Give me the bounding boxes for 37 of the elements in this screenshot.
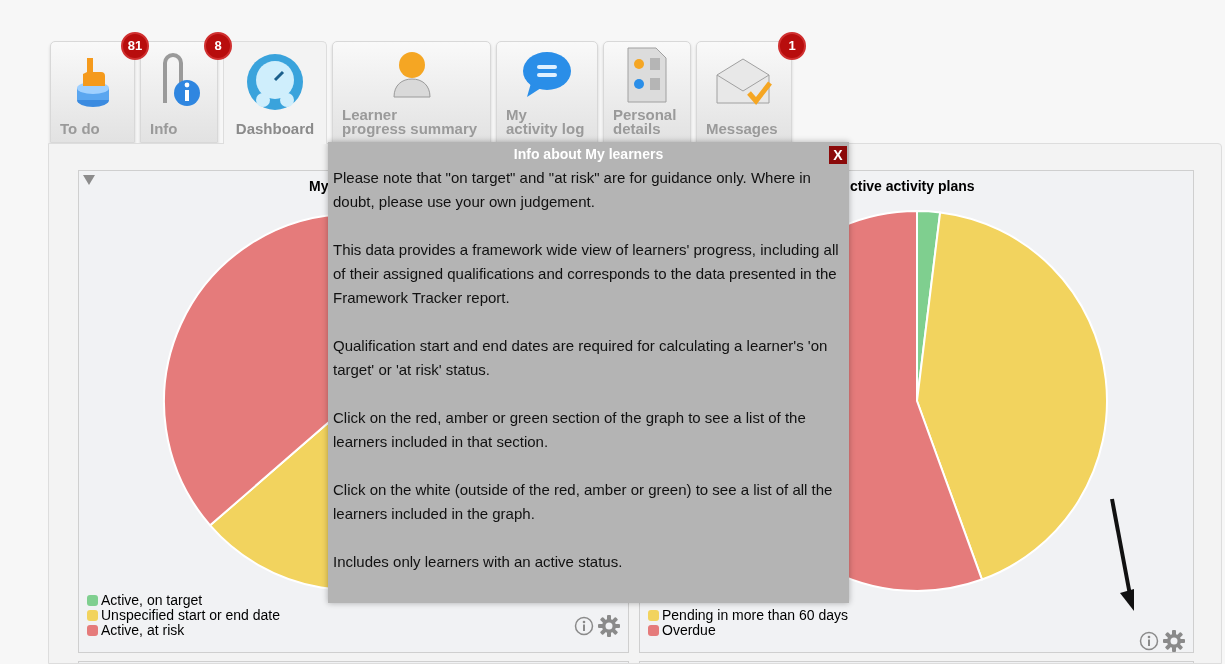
tab-label: Dashboard bbox=[235, 122, 315, 136]
tab-label: Personal details bbox=[613, 108, 677, 136]
tab-label: My activity log bbox=[506, 108, 585, 136]
chart-title: ctive activity plans bbox=[850, 177, 975, 194]
legend-label: Overdue bbox=[662, 623, 716, 638]
nav-tab[interactable]: Learner progress summary bbox=[332, 41, 491, 143]
document-people-icon bbox=[626, 46, 668, 104]
envelope-check-icon bbox=[715, 57, 773, 107]
tab-label: Info bbox=[150, 122, 178, 136]
notification-badge: 8 bbox=[204, 32, 232, 60]
info-paragraph: Click on the red, amber or green section of the graph to see a list of the learners included in that section. bbox=[332, 408, 807, 452]
gauge-icon bbox=[245, 52, 305, 112]
legend-label: Active, at risk bbox=[101, 623, 185, 638]
nav-tab[interactable]: My activity log bbox=[496, 41, 598, 143]
info-paragraph: This data provides a framework wide view of learners' progress, including all of their assigned qualifications and corresponds to the data presented in the Framework Tracker report. bbox=[332, 240, 840, 308]
tab-label: Messages bbox=[706, 122, 778, 136]
popup-title: Info about My learners bbox=[513, 144, 664, 164]
info-paragraph: Click on the white (outside of the red, amber or green) to see a list of all the learners included in the graph. bbox=[332, 480, 834, 524]
tab-label: To do bbox=[60, 122, 100, 136]
close-button[interactable]: X bbox=[829, 146, 847, 164]
info-paragraph: Includes only learners with an active status. bbox=[332, 552, 624, 572]
tab-label: Learner progress summary bbox=[342, 108, 478, 136]
info-icon[interactable] bbox=[1139, 631, 1159, 651]
chart-title: My bbox=[309, 177, 329, 194]
notification-badge: 1 bbox=[778, 32, 806, 60]
legend-label: Unspecified start or end date bbox=[101, 608, 280, 623]
settings-icon[interactable] bbox=[1163, 630, 1185, 652]
info-paragraph: Please note that "on target" and "at risk" are for guidance only. Where in doubt, please use your own judgement. bbox=[332, 168, 812, 212]
legend-label: Pending in more than 60 days bbox=[662, 608, 848, 623]
nav-tab[interactable]: Personal details bbox=[603, 41, 691, 143]
info-paragraph: Qualification start and end dates are required for calculating a learner's 'on target' or 'at risk' status. bbox=[332, 336, 829, 380]
settings-icon[interactable] bbox=[598, 615, 620, 637]
nav-tab[interactable]: Dashboard bbox=[223, 41, 327, 144]
dropdown-triangle-icon[interactable] bbox=[83, 175, 95, 185]
legend-label: Active, on target bbox=[101, 593, 203, 608]
notification-badge: 81 bbox=[121, 32, 149, 60]
info-icon[interactable] bbox=[574, 616, 594, 636]
